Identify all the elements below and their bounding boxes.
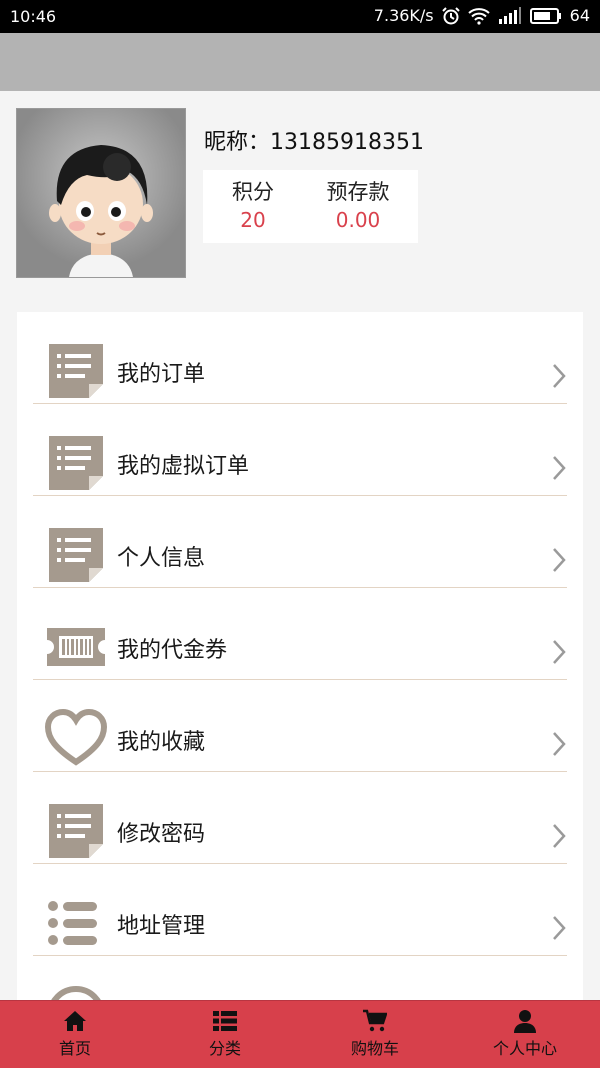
deposit-label: 预存款 <box>326 180 390 204</box>
network-speed: 7.36K/s <box>373 6 434 25</box>
tab-label: 分类 <box>208 1039 241 1058</box>
deposit-value: 0.00 <box>335 208 381 232</box>
order-list-icon <box>49 804 103 858</box>
home-icon <box>64 1011 86 1031</box>
battery-level: 64 <box>569 6 590 25</box>
menu-item-favorites[interactable]: 我的收藏 <box>17 680 583 772</box>
heart-icon <box>45 708 107 766</box>
grid-list-icon <box>213 1011 237 1031</box>
menu-item-label: 修改密码 <box>117 822 206 847</box>
deposit-stat[interactable]: 预存款 0.00 <box>308 176 408 232</box>
tab-home[interactable]: 首页 <box>0 1001 150 1068</box>
bottom-tab-bar: 首页 分类 购物车 个人中心 <box>0 1000 600 1068</box>
menu-item-label: 地址管理 <box>117 914 206 939</box>
voucher-ticket-icon <box>47 628 105 666</box>
signal-icon <box>498 6 521 24</box>
chevron-right-icon <box>553 916 566 940</box>
tab-label: 首页 <box>58 1039 91 1058</box>
menu-item-label: 我的代金券 <box>117 638 228 663</box>
menu-item-personal-info[interactable]: 个人信息 <box>17 496 583 588</box>
menu-item-change-password[interactable]: 修改密码 <box>17 772 583 864</box>
tab-label: 购物车 <box>350 1039 399 1058</box>
tab-category[interactable]: 分类 <box>150 1001 300 1068</box>
menu-item-label: 我的虚拟订单 <box>117 454 250 479</box>
menu-item-label: 个人信息 <box>117 546 206 571</box>
status-time: 10:46 <box>10 7 57 26</box>
chevron-right-icon <box>553 456 566 480</box>
tab-label: 个人中心 <box>492 1039 557 1058</box>
menu-item-address-management[interactable]: 地址管理 <box>17 864 583 956</box>
alarm-icon <box>441 6 460 24</box>
user-icon <box>514 1010 536 1033</box>
avatar[interactable] <box>16 108 186 278</box>
points-label: 积分 <box>232 180 274 204</box>
order-list-icon <box>49 436 103 490</box>
avatar-illustration <box>17 109 185 277</box>
menu-item-label: 我的收藏 <box>117 730 206 755</box>
shopping-cart-icon <box>363 1009 387 1032</box>
header-bar <box>0 33 600 91</box>
account-stats: 积分 20 预存款 0.00 <box>203 170 418 243</box>
order-list-icon <box>49 528 103 582</box>
menu-item-virtual-orders[interactable]: 我的虚拟订单 <box>17 404 583 496</box>
order-list-icon <box>49 344 103 398</box>
chevron-right-icon <box>553 548 566 572</box>
menu-item-label: 我的订单 <box>117 362 206 387</box>
bullet-list-icon <box>48 901 97 945</box>
tab-cart[interactable]: 购物车 <box>300 1001 450 1068</box>
nickname: 昵称：13185918351 <box>204 130 424 155</box>
profile-section: 昵称：13185918351 积分 20 预存款 0.00 <box>0 91 600 301</box>
status-right: 7.36K/s 64 <box>374 6 590 25</box>
menu-item-my-orders[interactable]: 我的订单 <box>17 312 583 404</box>
menu-item-vouchers[interactable]: 我的代金券 <box>17 588 583 680</box>
status-bar: 10:46 7.36K/s 64 <box>0 0 600 33</box>
chevron-right-icon <box>553 640 566 664</box>
menu-list: 我的订单 我的虚拟订单 个人信息 我的代金券 我的收藏 修改密码 地址管理 <box>17 312 583 1012</box>
chevron-right-icon <box>553 824 566 848</box>
points-stat[interactable]: 积分 20 <box>203 176 303 232</box>
chevron-right-icon <box>553 364 566 388</box>
wifi-icon <box>467 7 490 25</box>
chevron-right-icon <box>553 732 566 756</box>
tab-profile[interactable]: 个人中心 <box>450 1001 600 1068</box>
battery-icon <box>529 7 561 24</box>
points-value: 20 <box>240 208 266 232</box>
